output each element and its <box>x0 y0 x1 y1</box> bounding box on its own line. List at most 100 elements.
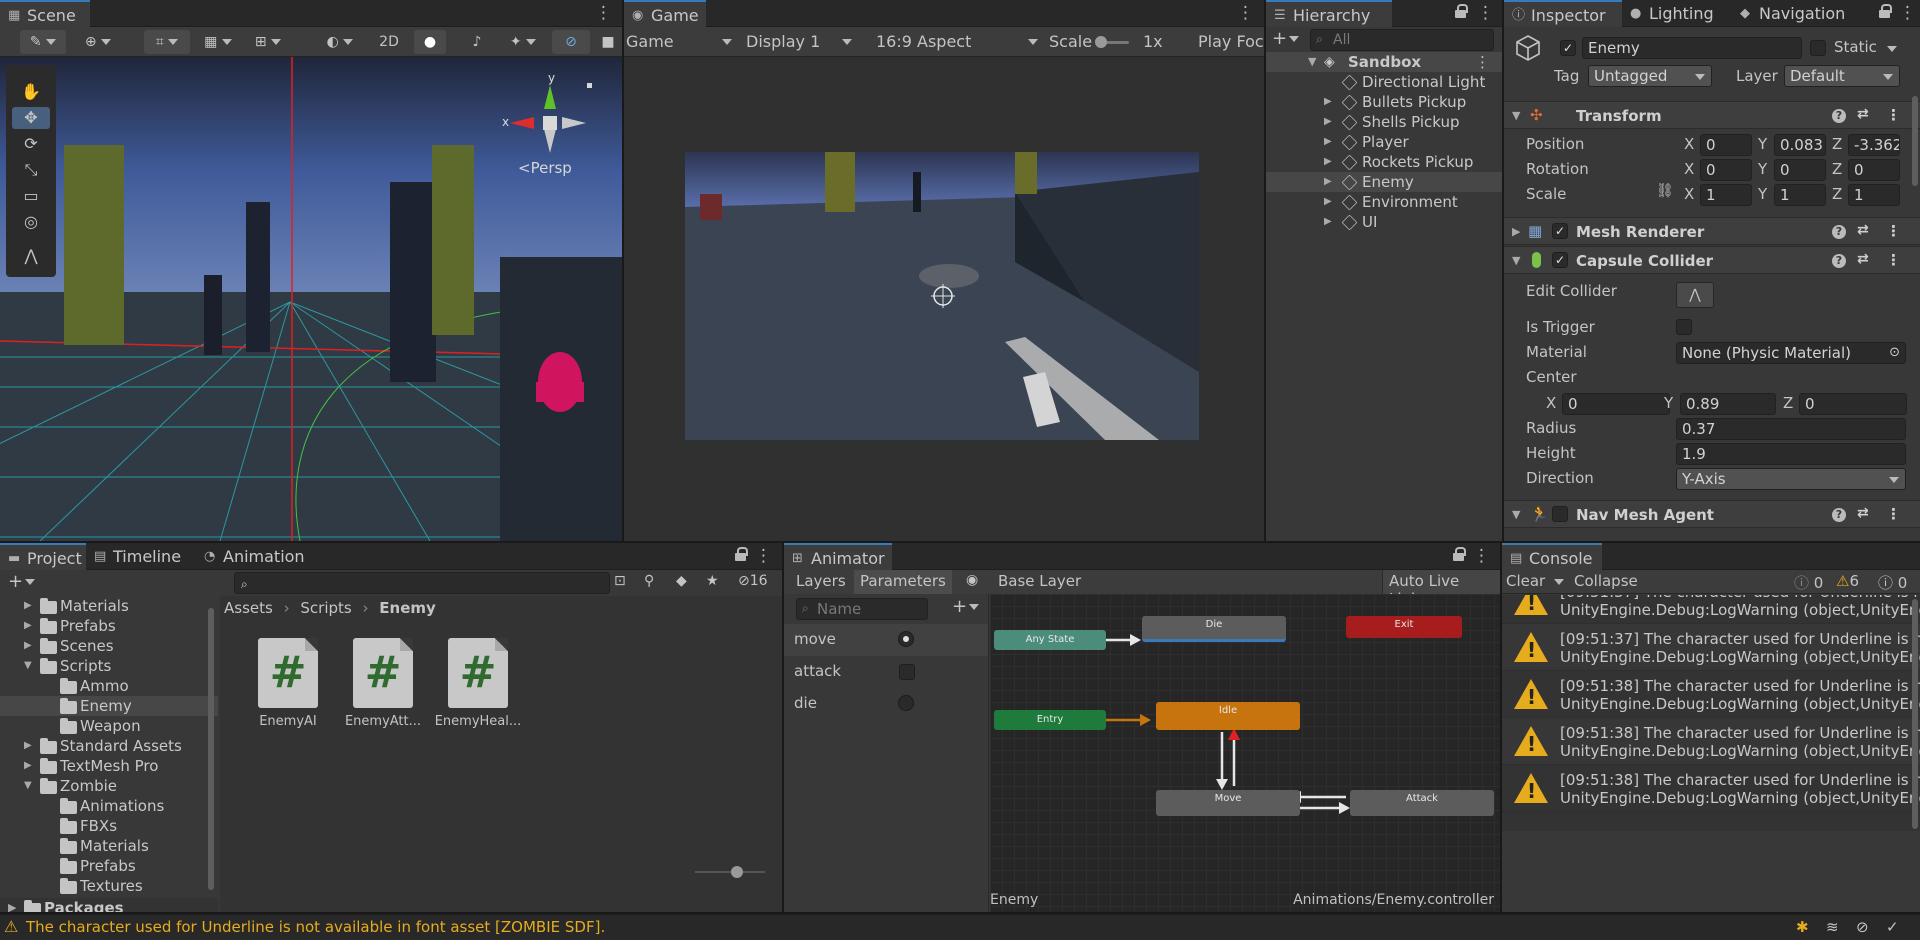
folder-tree-item[interactable]: Ammo <box>0 676 218 696</box>
tab-scene[interactable]: ▦ Scene <box>0 0 90 27</box>
state-attack[interactable]: Attack <box>1350 790 1494 816</box>
hierarchy-item[interactable]: ▶ UI <box>1266 212 1502 232</box>
state-exit[interactable]: Exit <box>1346 616 1462 638</box>
scene-menu-icon[interactable]: ⋮ <box>595 3 612 23</box>
folder-tree-item[interactable]: Textures <box>0 876 218 896</box>
scale-x-field[interactable]: 1 <box>1700 184 1752 206</box>
hierarchy-item[interactable]: ▶ Rockets Pickup <box>1266 152 1502 172</box>
status-message[interactable]: The character used for Underline is not … <box>26 918 605 936</box>
scale-y-field[interactable]: 1 <box>1774 184 1826 206</box>
parameter-search-input[interactable]: ⌕ Name <box>796 598 928 620</box>
mesh-renderer-checkbox[interactable]: ✓ <box>1552 223 1568 239</box>
network-off-icon[interactable]: ⊘ <box>1856 918 1869 936</box>
base-layer-breadcrumb[interactable]: Base Layer <box>998 572 1081 590</box>
parameter-row[interactable]: move <box>784 624 988 656</box>
game-menu-icon[interactable]: ⋮ <box>1237 3 1254 23</box>
static-dropdown-icon[interactable] <box>1887 46 1897 52</box>
tab-navigation[interactable]: ◆ Navigation <box>1732 0 1862 27</box>
project-lock-icon[interactable] <box>735 547 748 561</box>
state-die[interactable]: Die <box>1142 616 1286 642</box>
create-button[interactable]: + <box>1272 29 1300 49</box>
layer-dropdown[interactable]: Default <box>1784 65 1900 87</box>
hierarchy-item[interactable]: ▶ Enemy <box>1266 172 1502 192</box>
preset-icon[interactable]: ⇄ <box>1857 106 1869 122</box>
position-y-field[interactable]: 0.083 <box>1774 134 1826 156</box>
component-menu-icon[interactable]: ⋮ <box>1886 106 1901 124</box>
effects-toggle-icon[interactable]: ✦ <box>502 30 544 54</box>
parameter-row[interactable]: die <box>784 688 988 720</box>
transform-header[interactable]: ▼ ✣ Transform ? ⇄ ⋮ <box>1504 101 1920 129</box>
material-field[interactable]: None (Physic Material) ⊙ <box>1676 342 1906 364</box>
clear-options-dropdown[interactable] <box>1554 579 1564 585</box>
trigger-toggle[interactable] <box>898 631 914 647</box>
aspect-dropdown[interactable]: 16:9 Aspect <box>876 30 1042 54</box>
scale-slider-thumb[interactable] <box>1095 36 1107 48</box>
draw-mode-button[interactable]: ✎ <box>20 30 66 54</box>
play-focused-dropdown[interactable]: Play Foc <box>1198 30 1264 54</box>
rect-tool-icon[interactable]: ▭ <box>12 185 50 207</box>
direction-dropdown[interactable]: Y-Axis <box>1676 468 1906 490</box>
hierarchy-item[interactable]: ▶ Shells Pickup <box>1266 112 1502 132</box>
project-menu-icon[interactable]: ⋮ <box>755 546 772 566</box>
edit-collider-button[interactable]: ⋀ <box>1676 282 1714 308</box>
increment-snap-button[interactable]: ⊞ <box>246 30 290 54</box>
console-entry[interactable]: ![09:51:37] The character used for Under… <box>1502 624 1920 671</box>
collapse-button[interactable]: Collapse <box>1574 572 1638 590</box>
parameters-tab[interactable]: Parameters <box>854 570 952 594</box>
folder-tree-item[interactable]: Enemy <box>0 696 218 716</box>
global-toggle-button[interactable]: ⊕ <box>76 30 120 54</box>
tab-inspector[interactable]: ⓘ Inspector <box>1504 0 1622 27</box>
nav-mesh-agent-header[interactable]: ▼ 🏃 Nav Mesh Agent ? ⇄ ⋮ <box>1504 500 1920 528</box>
check-icon[interactable]: ✓ <box>1886 918 1899 936</box>
tab-console[interactable]: ▤ Console <box>1502 543 1602 570</box>
rotation-z-field[interactable]: 0 <box>1848 159 1900 181</box>
tag-icon[interactable]: ◆ <box>676 573 687 589</box>
game-viewport[interactable] <box>685 152 1199 440</box>
tab-hierarchy[interactable]: ☰ Hierarchy <box>1266 0 1392 27</box>
add-parameter-button[interactable]: + <box>952 596 980 618</box>
inspector-lock-icon[interactable] <box>1879 4 1892 18</box>
animator-lock-icon[interactable] <box>1453 547 1466 561</box>
state-idle[interactable]: Idle <box>1156 702 1300 730</box>
parameter-row[interactable]: attack <box>784 656 988 688</box>
orientation-gizmo[interactable]: y x <Persp <box>500 71 600 187</box>
help-icon[interactable]: ? <box>1832 254 1846 268</box>
2d-toggle-button[interactable]: 2D <box>372 30 406 54</box>
project-create-button[interactable]: + <box>8 571 36 593</box>
message-count-toggle[interactable]: ⓘ 0 <box>1878 572 1907 593</box>
transform-tool-icon[interactable]: ◎ <box>12 211 50 233</box>
component-menu-icon[interactable]: ⋮ <box>1886 251 1901 269</box>
console-entry[interactable]: ! [09:51:38] The character used for Under… <box>1502 718 1920 765</box>
asset-size-slider[interactable] <box>695 866 765 878</box>
console-scrollbar[interactable] <box>1912 599 1918 829</box>
console-entry[interactable]: ![09:51:37] The character used for Under… <box>1502 595 1920 624</box>
rotate-tool-icon[interactable]: ⟳ <box>12 133 50 155</box>
hidden-objects-icon[interactable]: ⊘ <box>552 30 590 54</box>
console-entry[interactable]: ! [09:51:38] The character used for Under… <box>1502 765 1920 812</box>
object-picker-icon[interactable]: ⊙ <box>1889 343 1900 363</box>
bool-toggle[interactable] <box>899 664 915 680</box>
folder-tree-item[interactable]: Materials <box>0 836 218 856</box>
tab-animator[interactable]: ⊞ Animator <box>784 543 892 570</box>
animator-graph[interactable]: Any State Die Exit Entry Idle Move Attac… <box>990 594 1500 912</box>
center-y-field[interactable]: 0.89 <box>1680 393 1776 415</box>
height-field[interactable]: 1.9 <box>1676 443 1906 465</box>
active-checkbox[interactable]: ✓ <box>1560 40 1576 56</box>
folder-tree-item[interactable]: Animations <box>0 796 218 816</box>
constrain-proportions-icon[interactable]: ⛓ <box>1656 183 1674 199</box>
capsule-collider-header[interactable]: ▼ ✓ Capsule Collider ? ⇄ ⋮ <box>1504 246 1920 274</box>
hierarchy-item[interactable]: ▶ Bullets Pickup <box>1266 92 1502 112</box>
camera-settings-icon[interactable]: ■ <box>594 30 622 54</box>
audio-toggle-icon[interactable]: ♪ <box>462 30 492 54</box>
rotation-y-field[interactable]: 0 <box>1774 159 1826 181</box>
help-icon[interactable]: ? <box>1832 109 1846 123</box>
hierarchy-item[interactable]: ▶ Environment <box>1266 192 1502 212</box>
trigger-toggle[interactable] <box>898 695 914 711</box>
folder-tree-item[interactable]: FBXs <box>0 816 218 836</box>
cache-icon[interactable]: ≋ <box>1826 918 1839 936</box>
tab-project[interactable]: ▬ Project <box>0 543 86 570</box>
folder-tree-item[interactable]: ▶ Scenes <box>0 636 218 656</box>
breadcrumb-assets[interactable]: Assets <box>224 599 273 617</box>
hidden-packages-icon[interactable]: ⊘16 <box>738 573 768 589</box>
folder-tree-item[interactable]: Weapon <box>0 716 218 736</box>
